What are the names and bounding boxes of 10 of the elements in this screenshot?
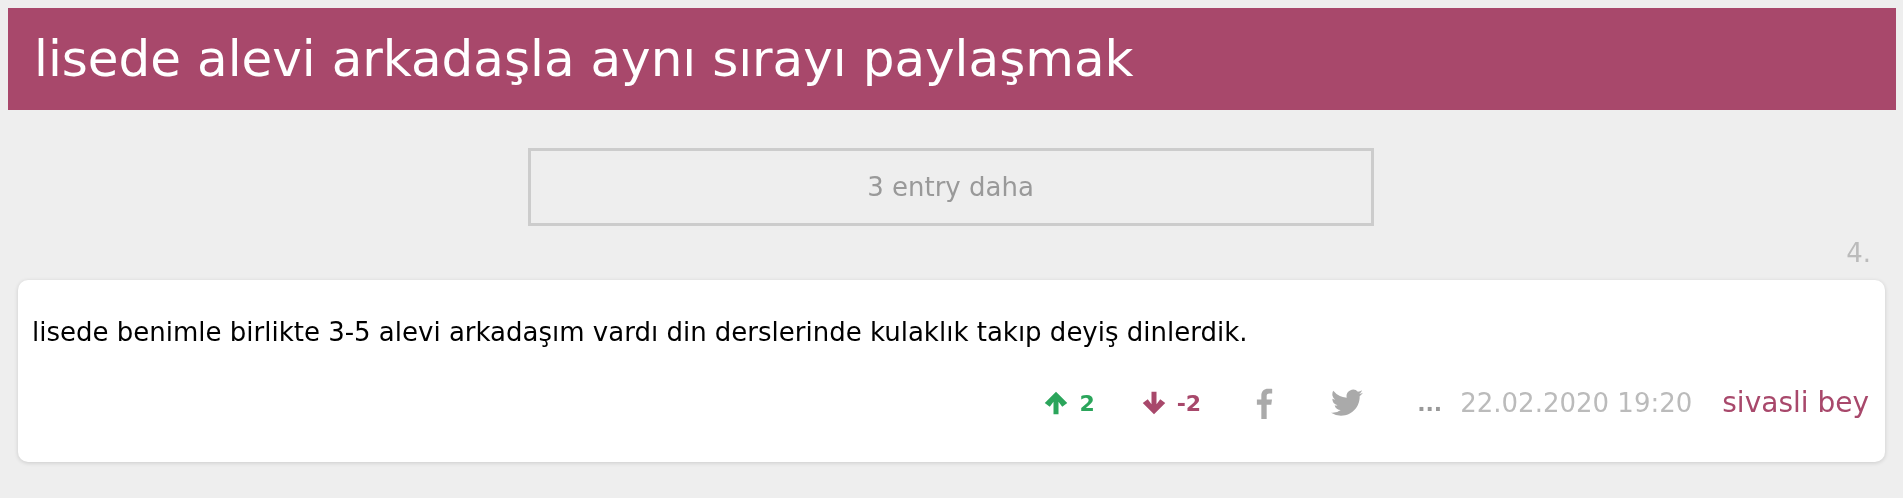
entry-date[interactable]: 22.02.2020 19:20: [1460, 383, 1693, 423]
author-link[interactable]: sivasli bey: [1722, 382, 1869, 424]
more-entries-button[interactable]: 3 entry daha: [527, 148, 1374, 226]
topic-title: lisede alevi arkadaşla aynı sırayı paylaşmak: [8, 8, 1896, 110]
facebook-icon[interactable]: [1255, 387, 1274, 419]
upvote-count: 2: [1079, 389, 1095, 418]
twitter-icon[interactable]: [1331, 389, 1364, 417]
more-options[interactable]: ...: [1417, 386, 1443, 420]
entry-text: lisede benimle birlikte 3-5 alevi arkadaşım vardı din derslerinde kulaklık takıp deyiş dinlerdik.: [32, 316, 1249, 349]
downvote-count: -2: [1176, 389, 1202, 418]
